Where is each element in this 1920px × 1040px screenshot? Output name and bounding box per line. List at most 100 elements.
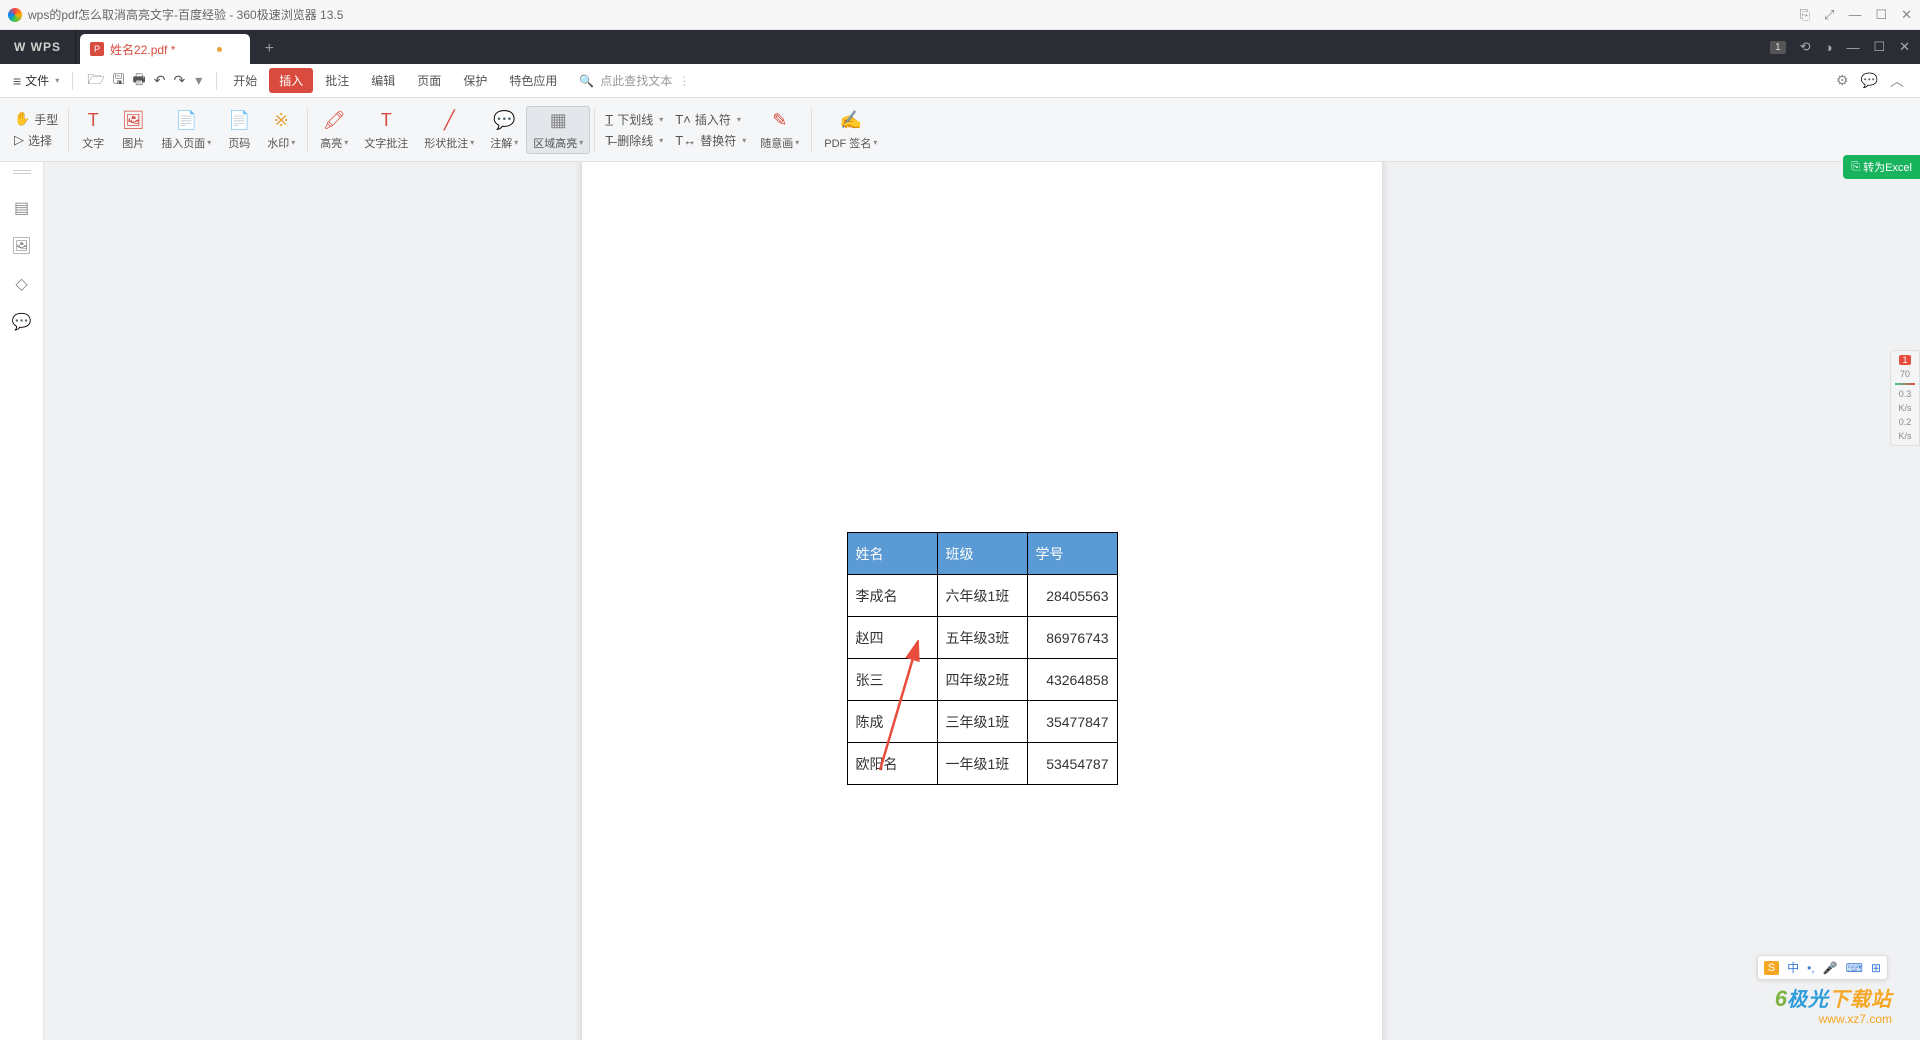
col-class: 班级 <box>937 533 1027 575</box>
table-row: 欧阳名一年级1班53454787 <box>847 743 1117 785</box>
highlight-button[interactable]: 🖍高亮▾ <box>312 109 356 151</box>
tab-edit[interactable]: 编辑 <box>361 68 405 93</box>
tab-page[interactable]: 页面 <box>407 68 451 93</box>
tab-start[interactable]: 开始 <box>223 68 267 93</box>
keyboard-icon[interactable]: ⌨ <box>1846 961 1863 975</box>
watermark-logo-icon: 6 <box>1775 986 1787 1011</box>
wps-skin-icon[interactable]: ◑ <box>1825 40 1833 55</box>
ime-toolbar[interactable]: S 中 •, 🎤 ⌨ ⊞ <box>1757 955 1888 980</box>
ime-grid-icon[interactable]: ⊞ <box>1871 961 1881 975</box>
menu-icon: ≡ <box>13 73 21 89</box>
text-note-button[interactable]: T文字批注 <box>356 109 416 151</box>
col-id: 学号 <box>1027 533 1117 575</box>
attachments-icon[interactable]: ◇ <box>15 274 27 294</box>
ime-punct[interactable]: •, <box>1807 961 1815 975</box>
annotate-button[interactable]: 💬注解▾ <box>482 109 526 151</box>
chevron-down-icon: ▾ <box>55 76 59 85</box>
line-tools-group: T̲下划线▾ T̶删除线▾ <box>599 104 669 156</box>
pdf-sign-button[interactable]: ✍PDF 签名▾ <box>816 109 885 151</box>
bookmarks-icon[interactable]: 🖼 <box>11 236 31 256</box>
watermark-icon: ※ <box>269 109 293 133</box>
tab-insert[interactable]: 插入 <box>269 68 313 93</box>
comments-panel-icon[interactable]: 💬 <box>12 312 32 332</box>
table-row: 李成名六年级1班28405563 <box>847 575 1117 617</box>
speed-monitor[interactable]: 1 70 0.3 K/s 0.2 K/s <box>1890 350 1920 446</box>
wps-tab-bar: W WPS P 姓名22.pdf * + 1 ⟲ ◑ — ☐ ✕ <box>0 30 1920 64</box>
ime-logo-icon: S <box>1764 961 1779 975</box>
pdf-icon: P <box>90 42 104 56</box>
insert-page-button[interactable]: 📄插入页面▾ <box>153 109 219 151</box>
data-table: 姓名 班级 学号 李成名六年级1班28405563赵四五年级3班86976743… <box>847 532 1118 785</box>
wps-home-button[interactable]: W WPS <box>0 30 76 64</box>
search-box[interactable]: 🔍 点此查找文本 ⋮ <box>579 72 690 89</box>
wps-maximize[interactable]: ☐ <box>1873 39 1885 55</box>
replace-symbol-tool[interactable]: T↔替换符▾ <box>675 132 746 149</box>
document-canvas[interactable]: 姓名 班级 学号 李成名六年级1班28405563赵四五年级3班86976743… <box>44 162 1920 1040</box>
document-tab-label: 姓名22.pdf * <box>110 41 175 58</box>
image-button[interactable]: 🖼图片 <box>113 109 153 151</box>
freehand-button[interactable]: ✎随意画▾ <box>752 109 807 151</box>
hand-icon: ✋ <box>14 111 30 127</box>
pointer-icon: ▷ <box>14 132 24 148</box>
browser-favicon <box>8 8 22 22</box>
file-menu-label: 文件 <box>25 72 49 89</box>
browser-title-text: wps的pdf怎么取消高亮文字-百度经验 - 360极速浏览器 13.5 <box>28 6 343 23</box>
convert-excel-button[interactable]: ⎘转为Excel <box>1843 155 1920 179</box>
thumbnails-icon[interactable]: ▤ <box>14 198 29 218</box>
tab-features[interactable]: 特色应用 <box>499 68 567 93</box>
menu-tabs: 开始 插入 批注 编辑 页面 保护 特色应用 <box>223 68 567 93</box>
open-icon[interactable]: 🗁 <box>87 69 104 93</box>
unsaved-dot-icon <box>217 47 222 52</box>
browser-maximize[interactable]: ☐ <box>1875 7 1887 23</box>
pencil-icon: ✎ <box>768 109 792 133</box>
strike-tool[interactable]: T̶删除线▾ <box>605 132 663 149</box>
wps-document-tab[interactable]: P 姓名22.pdf * + <box>80 34 250 64</box>
save-icon[interactable]: 🖫 <box>113 69 125 93</box>
tab-annotate[interactable]: 批注 <box>315 68 359 93</box>
wps-close[interactable]: ✕ <box>1899 39 1910 55</box>
ime-lang[interactable]: 中 <box>1787 959 1799 976</box>
watermark-button[interactable]: ※水印▾ <box>259 109 303 151</box>
search-placeholder: 点此查找文本 <box>600 72 672 89</box>
settings-icon[interactable]: ⚙ <box>1836 72 1849 89</box>
symbol-tools-group: T˄插入符▾ T↔替换符▾ <box>669 104 752 156</box>
text-button[interactable]: T文字 <box>73 109 113 151</box>
page-plus-icon: 📄 <box>174 109 198 133</box>
hand-tool[interactable]: ✋手型 <box>14 111 58 128</box>
shape-note-button[interactable]: ╱形状批注▾ <box>416 109 482 151</box>
file-menu[interactable]: ≡ 文件 ▾ <box>6 69 66 93</box>
wps-sync-icon[interactable]: ⟲ <box>1800 39 1811 55</box>
shape-icon: ╱ <box>437 109 461 133</box>
text-note-icon: T <box>374 109 398 133</box>
drag-handle-icon[interactable] <box>13 170 31 174</box>
insert-symbol-tool[interactable]: T˄插入符▾ <box>675 111 741 128</box>
redo-icon[interactable]: ↷ <box>173 72 185 89</box>
page-number-button[interactable]: 📄页码 <box>219 109 259 151</box>
tab-protect[interactable]: 保护 <box>453 68 497 93</box>
collapse-ribbon-icon[interactable]: ︿ <box>1890 71 1904 91</box>
underline-tool[interactable]: T̲下划线▾ <box>605 111 663 128</box>
area-highlight-button[interactable]: ▦区域高亮▾ <box>526 106 590 154</box>
chevron-down-icon: ▾ <box>195 72 202 89</box>
new-tab-button[interactable]: + <box>265 40 274 58</box>
feedback-icon[interactable]: 💬 <box>1861 72 1878 89</box>
page-num-icon: 📄 <box>227 109 251 133</box>
mic-icon[interactable]: 🎤 <box>1823 961 1838 975</box>
separator <box>72 72 73 90</box>
browser-extension-icon[interactable]: ⎘ <box>1800 7 1810 23</box>
select-tool[interactable]: ▷选择 <box>14 132 52 149</box>
ribbon: ✋手型 ▷选择 T文字 🖼图片 📄插入页面▾ 📄页码 ※水印▾ 🖍高亮▾ T文字… <box>0 98 1920 162</box>
menu-bar: ≡ 文件 ▾ 🗁 🖫 🖶 ↶ ↷ ▾ 开始 插入 批注 编辑 页面 保护 特色应… <box>0 64 1920 98</box>
highlight-icon: 🖍 <box>322 109 346 133</box>
sign-icon: ✍ <box>839 109 863 133</box>
table-row: 赵四五年级3班86976743 <box>847 617 1117 659</box>
separator <box>216 72 217 90</box>
browser-pin-icon[interactable]: ⤢ <box>1824 7 1834 23</box>
browser-close[interactable]: ✕ <box>1901 7 1912 23</box>
left-sidebar: ▤ 🖼 ◇ 💬 <box>0 162 44 1040</box>
undo-icon[interactable]: ↶ <box>154 72 166 89</box>
notification-badge[interactable]: 1 <box>1770 41 1786 54</box>
browser-minimize[interactable]: — <box>1848 7 1861 22</box>
wps-minimize[interactable]: — <box>1846 40 1859 55</box>
print-icon[interactable]: 🖶 <box>133 69 146 93</box>
